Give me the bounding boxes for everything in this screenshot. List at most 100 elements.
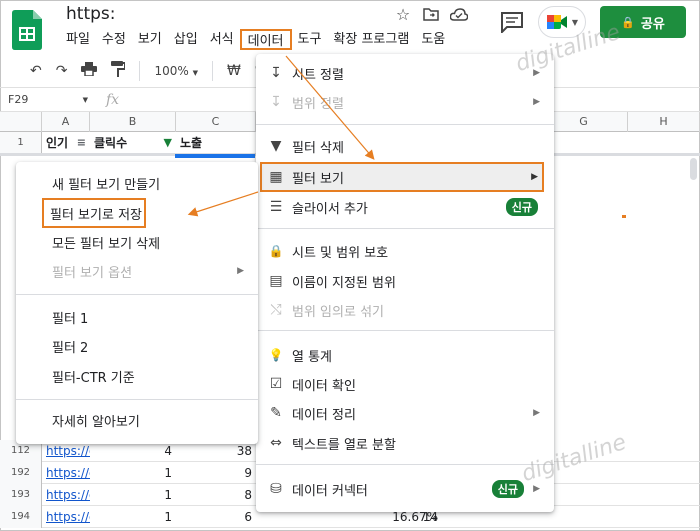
- paint-format-icon[interactable]: [111, 60, 127, 81]
- menu-item-sort-sheet[interactable]: ↧ 시트 정렬 ▶: [256, 59, 554, 87]
- sort-icon: ↧: [270, 94, 282, 110]
- database-icon: ⛁: [270, 481, 282, 497]
- menu-item-label: 모든 필터 보기 삭제: [52, 236, 161, 252]
- share-label: 공유: [640, 16, 665, 32]
- zoom-value: 100%: [154, 63, 189, 78]
- menu-item-filter-view-options: 필터 보기 옵션 ▶: [16, 257, 258, 285]
- menu-item-create-filter-view[interactable]: 새 필터 보기 만들기: [16, 169, 258, 197]
- menu-item-column-stats[interactable]: 💡 열 통계: [256, 341, 554, 369]
- header-label: 노출: [180, 136, 203, 150]
- move-folder-icon[interactable]: [421, 4, 441, 24]
- clicks-cell[interactable]: 1: [90, 506, 176, 528]
- zoom-select[interactable]: 100% ▼: [154, 64, 198, 78]
- menu-item-label: 시트 및 범위 보호: [292, 245, 389, 261]
- row-number[interactable]: 1: [0, 132, 42, 154]
- menu-item-delete-all-filter-views[interactable]: 모든 필터 보기 삭제: [16, 228, 258, 256]
- menu-item-add-slicer[interactable]: ☰ 슬라이서 추가 신규: [256, 193, 554, 221]
- menu-item-label: 데이터 정리: [292, 407, 356, 423]
- impressions-cell[interactable]: 8: [176, 484, 256, 506]
- menu-extensions[interactable]: 확장 프로그램: [327, 29, 415, 50]
- lock-icon: 🔒: [268, 244, 284, 258]
- header-cell-popularity[interactable]: 인기 ≡: [42, 132, 90, 154]
- menu-item-filter-1[interactable]: 필터 1: [16, 303, 258, 331]
- menu-item-filter-ctr[interactable]: 필터-CTR 기준: [16, 362, 258, 390]
- menu-data[interactable]: 데이터: [239, 29, 292, 50]
- header-cell-clicks[interactable]: 클릭수 ▼: [90, 132, 176, 154]
- menu-item-remove-filter[interactable]: ▼ 필터 삭제: [256, 132, 554, 160]
- clicks-cell[interactable]: 1: [90, 484, 176, 506]
- menu-help[interactable]: 도움: [415, 29, 451, 50]
- submenu-arrow-icon: ▶: [533, 408, 540, 418]
- url-cell[interactable]: https://di: [42, 484, 90, 506]
- star-icon[interactable]: ☆: [393, 4, 413, 24]
- header-cell-impressions[interactable]: 노출: [176, 132, 256, 154]
- cloud-status-icon[interactable]: [449, 4, 469, 24]
- clicks-cell[interactable]: 1: [90, 462, 176, 484]
- header-label: 클릭수: [94, 136, 128, 150]
- impressions-cell[interactable]: 9: [176, 462, 256, 484]
- toolbar-divider: [139, 60, 141, 81]
- impressions-cell[interactable]: 6: [176, 506, 256, 528]
- column-header-a[interactable]: A: [42, 112, 90, 132]
- submenu-arrow-icon: ▶: [237, 266, 244, 276]
- lightbulb-icon: 💡: [268, 348, 284, 362]
- row-number[interactable]: 194: [0, 506, 42, 528]
- data-validation-icon: ☑: [269, 376, 283, 392]
- menu-item-randomize-range: ⤭ 범위 임의로 섞기: [256, 296, 554, 324]
- filter-active-icon[interactable]: ▼: [164, 132, 172, 154]
- menu-item-split-text[interactable]: ⇔ 텍스트를 열로 분할: [256, 429, 554, 457]
- menu-bar: 파일 수정 보기 삽입 서식 데이터 도구 확장 프로그램 도움: [60, 29, 451, 50]
- menu-divider: [256, 330, 554, 331]
- split-columns-icon: ⇔: [270, 435, 282, 451]
- url-cell[interactable]: https://di: [42, 462, 90, 484]
- menu-view[interactable]: 보기: [132, 29, 168, 50]
- name-box[interactable]: F29 ▼: [0, 93, 92, 107]
- print-icon[interactable]: [81, 61, 98, 80]
- comment-icon[interactable]: [500, 11, 524, 33]
- sort-icon: ↧: [270, 65, 282, 81]
- select-all-corner[interactable]: [0, 112, 42, 132]
- filter-views-submenu: 새 필터 보기 만들기 필터 보기로 저장 모든 필터 보기 삭제 필터 보기 …: [16, 162, 258, 444]
- redo-icon[interactable]: ↷: [56, 63, 68, 79]
- menu-item-filter-views[interactable]: ▦ 필터 보기 ▶: [260, 162, 544, 192]
- chevron-down-icon: ▼: [82, 95, 88, 104]
- column-header-c[interactable]: C: [176, 112, 256, 132]
- column-header-h[interactable]: H: [628, 112, 700, 132]
- menu-file[interactable]: 파일: [60, 29, 96, 50]
- column-header-b[interactable]: B: [90, 112, 176, 132]
- menu-item-protect-range[interactable]: 🔒 시트 및 범위 보호: [256, 237, 554, 265]
- fx-icon: fx: [106, 91, 120, 108]
- menu-insert[interactable]: 삽입: [168, 29, 204, 50]
- submenu-arrow-icon: ▶: [531, 172, 538, 182]
- menu-item-save-as-filter-view[interactable]: 필터 보기로 저장: [42, 198, 146, 228]
- menu-item-named-ranges[interactable]: ▤ 이름이 지정된 범위: [256, 267, 554, 295]
- menu-format[interactable]: 서식: [204, 29, 240, 50]
- currency-format-button[interactable]: ₩: [227, 63, 241, 79]
- menu-item-label: 필터 삭제: [292, 140, 344, 156]
- document-title[interactable]: https:: [66, 4, 115, 24]
- menu-item-data-connectors[interactable]: ⛁ 데이터 커넥터 신규 ▶: [256, 475, 554, 503]
- new-badge: 신규: [491, 480, 524, 498]
- new-badge: 신규: [505, 198, 538, 216]
- undo-icon[interactable]: ↶: [30, 63, 42, 79]
- menu-item-label: 시트 정렬: [292, 67, 344, 83]
- sheets-logo-icon[interactable]: [12, 10, 42, 50]
- menu-item-data-cleanup[interactable]: ✎ 데이터 정리 ▶: [256, 399, 554, 427]
- menu-item-filter-2[interactable]: 필터 2: [16, 332, 258, 360]
- filter-lines-icon[interactable]: ≡: [77, 132, 86, 154]
- row-number[interactable]: 193: [0, 484, 42, 506]
- menu-tools[interactable]: 도구: [292, 29, 328, 50]
- menu-edit[interactable]: 수정: [96, 29, 132, 50]
- menu-item-label: 자세히 알아보기: [52, 414, 140, 430]
- menu-item-data-validation[interactable]: ☑ 데이터 확인: [256, 370, 554, 398]
- orange-marker: [622, 215, 626, 218]
- menu-item-label: 범위 정렬: [292, 96, 344, 112]
- url-cell[interactable]: https://di: [42, 506, 90, 528]
- row-number[interactable]: 192: [0, 462, 42, 484]
- menu-item-label: 필터 2: [52, 340, 89, 356]
- menu-item-label: 범위 임의로 섞기: [292, 304, 384, 320]
- vertical-scrollbar[interactable]: [690, 158, 697, 180]
- named-range-icon: ▤: [269, 273, 283, 289]
- menu-item-learn-more[interactable]: 자세히 알아보기: [16, 406, 258, 434]
- menu-item-label: 필터 보기로 저장: [50, 207, 142, 223]
